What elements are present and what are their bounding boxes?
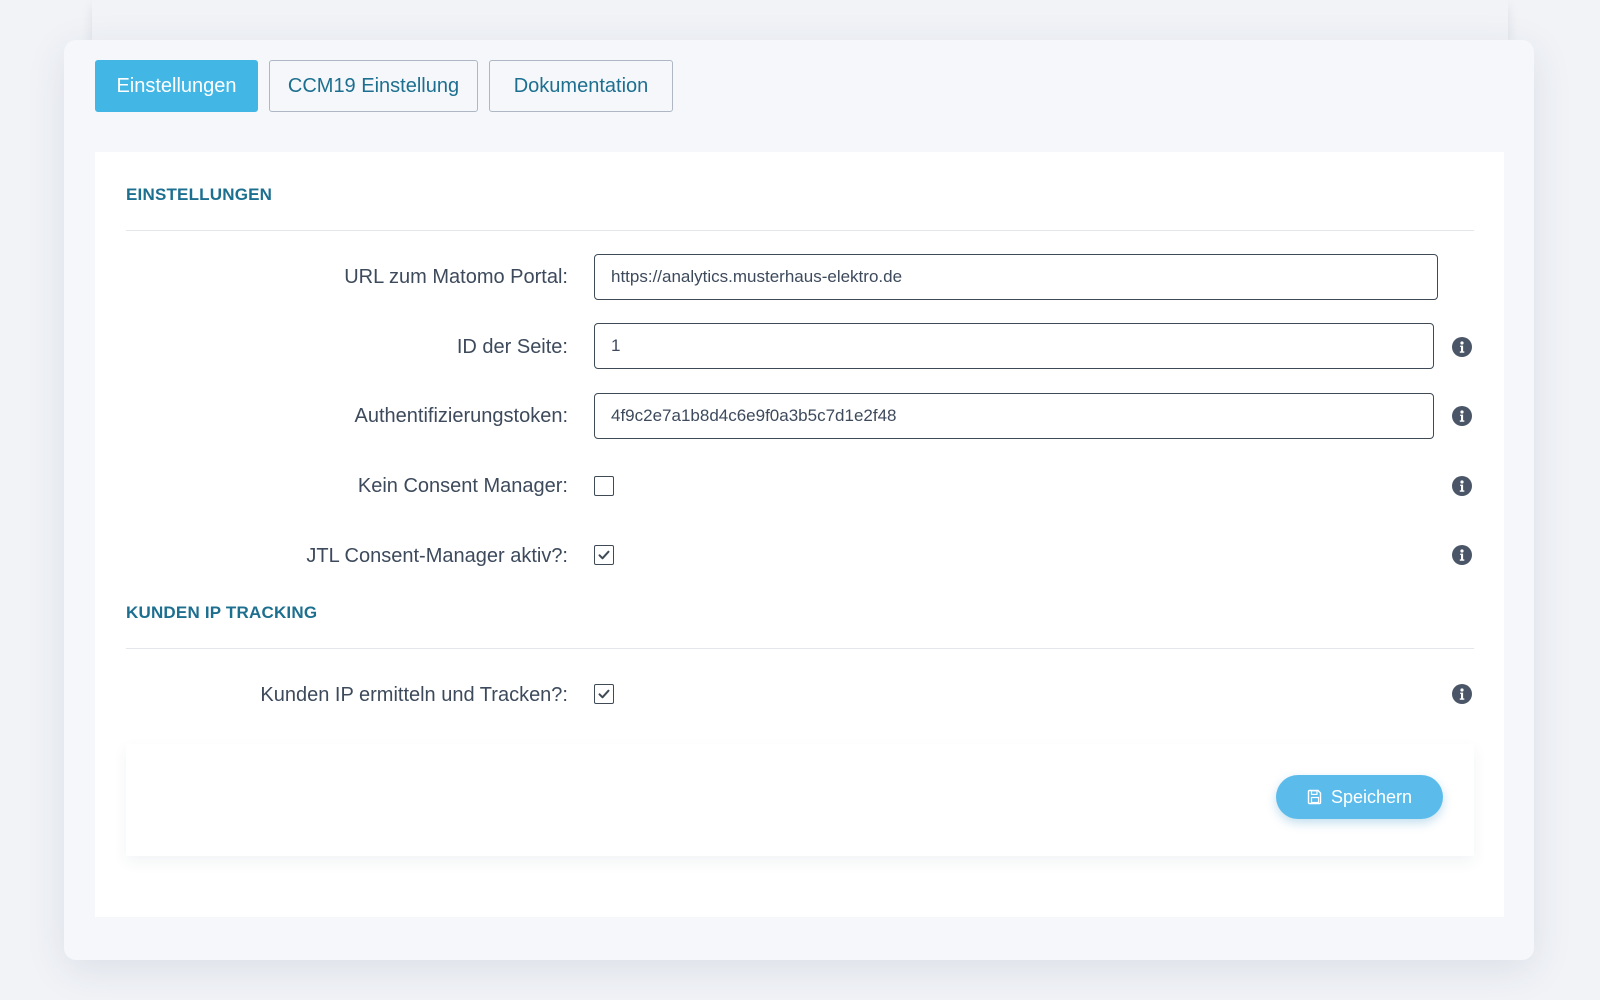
tab-ccm19-einstellung[interactable]: CCM19 Einstellung xyxy=(269,60,478,112)
info-icon[interactable] xyxy=(1452,684,1472,704)
info-icon[interactable] xyxy=(1452,337,1472,357)
site-id-label: ID der Seite: xyxy=(456,336,568,358)
matomo-url-label: URL zum Matomo Portal: xyxy=(344,266,568,288)
auth-token-input[interactable] xyxy=(594,393,1434,439)
jtl-consent-manager-checkbox[interactable] xyxy=(594,545,614,565)
form-footer xyxy=(126,744,1474,856)
top-bar-shadow xyxy=(92,0,1508,40)
floppy-disk-icon xyxy=(1307,789,1323,805)
track-customer-ip-label: Kunden IP ermitteln und Tracken?: xyxy=(260,684,568,706)
section-title-ip-tracking: KUNDEN IP TRACKING xyxy=(126,603,318,622)
tab-dokumentation[interactable]: Dokumentation xyxy=(489,60,673,112)
jtl-consent-manager-label: JTL Consent-Manager aktiv?: xyxy=(306,545,568,567)
no-consent-manager-checkbox[interactable] xyxy=(594,476,614,496)
track-customer-ip-checkbox[interactable] xyxy=(594,684,614,704)
auth-token-label: Authentifizierungstoken: xyxy=(354,405,568,427)
info-icon[interactable] xyxy=(1452,545,1472,565)
info-icon[interactable] xyxy=(1452,476,1472,496)
save-button-label: Speichern xyxy=(1330,786,1413,807)
no-consent-manager-label: Kein Consent Manager: xyxy=(357,475,568,497)
info-icon[interactable] xyxy=(1452,406,1472,426)
tab-einstellungen[interactable]: Einstellungen xyxy=(95,60,258,112)
section-divider xyxy=(126,648,1474,649)
save-button[interactable]: Speichern xyxy=(1276,775,1443,819)
section-title-settings: EINSTELLUNGEN xyxy=(126,185,273,204)
site-id-input[interactable] xyxy=(594,323,1434,369)
checkmark-icon xyxy=(598,550,610,560)
matomo-url-input[interactable] xyxy=(594,254,1438,300)
section-divider xyxy=(126,230,1474,231)
checkmark-icon xyxy=(598,689,610,699)
